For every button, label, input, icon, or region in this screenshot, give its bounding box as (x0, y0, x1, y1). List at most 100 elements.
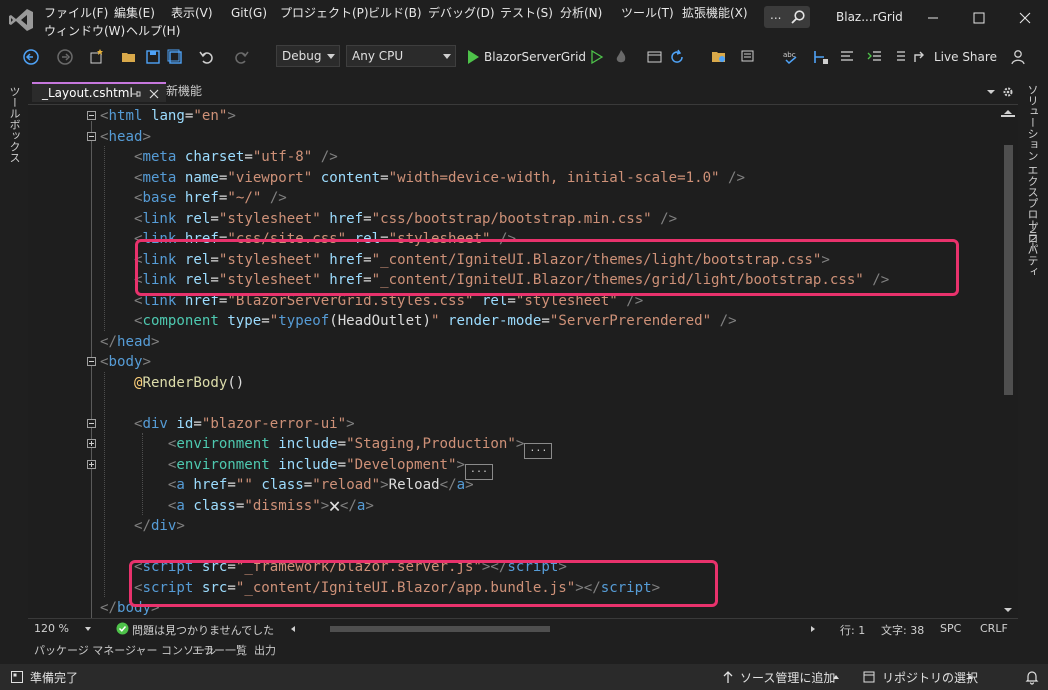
menu-item[interactable]: デバッグ(D) (428, 5, 495, 21)
line-ending-mode[interactable]: CRLF (980, 622, 1008, 635)
notifications-bell-icon[interactable] (1024, 669, 1040, 685)
align-lines-icon[interactable] (838, 48, 856, 66)
save-all-icon[interactable] (166, 48, 184, 66)
properties-tab[interactable]: プロパティ (1024, 222, 1040, 277)
hscroll-thumb[interactable] (330, 626, 550, 632)
issues-status[interactable]: 問題は見つかりませんでした (132, 622, 274, 638)
start-without-debugging-icon[interactable] (588, 48, 606, 66)
menu-item[interactable]: 拡張機能(X) (682, 5, 748, 21)
pin-icon[interactable] (130, 88, 142, 100)
menu-item[interactable]: Git(G) (231, 5, 267, 21)
tab-layout-cshtml[interactable]: _Layout.cshtml (32, 82, 166, 102)
code-line[interactable]: <meta name="viewport" content="width=dev… (100, 168, 745, 189)
code-line[interactable]: <html lang="en"> (100, 106, 236, 127)
settings-gear-icon[interactable] (1002, 86, 1014, 98)
scroll-up-icon[interactable] (1003, 109, 1013, 115)
code-line[interactable]: <meta charset="utf-8" /> (100, 147, 338, 168)
code-line[interactable]: @RenderBody() (100, 373, 244, 394)
scroll-down-icon[interactable] (1003, 607, 1013, 613)
close-icon[interactable] (1002, 4, 1048, 32)
code-line[interactable]: <div id="blazor-error-ui"> (100, 414, 355, 435)
scroll-split-handle[interactable] (1001, 115, 1015, 119)
refresh-icon[interactable] (668, 48, 686, 66)
collapse-icon[interactable] (87, 131, 96, 141)
code-token: </ (100, 600, 117, 616)
run-target-label[interactable]: BlazorServerGrid (484, 50, 586, 64)
live-share-icon[interactable] (912, 48, 930, 66)
caret-up-icon-2[interactable] (966, 674, 974, 680)
solution-explorer-icon[interactable] (710, 48, 728, 66)
indent-icon[interactable] (866, 48, 884, 66)
whitespace-mode[interactable]: SPC (940, 622, 961, 635)
horizontal-scrollbar[interactable] (290, 623, 820, 634)
code-line[interactable]: <a href="" class="reload">Reload</a> (100, 475, 474, 496)
code-line[interactable]: <component type="typeof(HeadOutlet)" ren… (100, 311, 737, 332)
zoom-level[interactable]: 120 % (34, 622, 69, 635)
code-editor[interactable]: <html lang="en"> <head> <meta charset="ut… (28, 104, 1018, 618)
navigate-back-icon[interactable] (22, 48, 40, 66)
zoom-dropdown-icon[interactable] (84, 626, 92, 632)
hot-reload-flame-icon[interactable] (612, 48, 630, 66)
menu-item[interactable]: ウィンドウ(W) (44, 23, 125, 39)
bottom-tab[interactable]: 出力 (254, 642, 276, 658)
redo-icon[interactable] (232, 48, 250, 66)
comment-lines-icon[interactable] (740, 48, 758, 66)
caret-up-icon[interactable] (832, 674, 840, 680)
menu-item[interactable]: ビルド(B) (368, 5, 422, 21)
search-box[interactable]: ... (764, 6, 810, 28)
live-share-label[interactable]: Live Share (934, 50, 997, 64)
scroll-thumb[interactable] (1004, 145, 1013, 395)
menu-item[interactable]: テスト(S) (500, 5, 553, 21)
menu-item[interactable]: 分析(N) (560, 5, 602, 21)
navigate-forward-icon[interactable] (56, 48, 74, 66)
bottom-tab[interactable]: パッケージ マネージャー コンソール (34, 642, 216, 658)
minimize-icon[interactable] (910, 4, 956, 32)
tab-whats-new[interactable]: 新機能 (166, 82, 202, 99)
select-repository[interactable]: リポジトリの選択 (882, 669, 978, 686)
close-tab-icon[interactable] (148, 88, 160, 100)
menu-item[interactable]: ツール(T) (621, 5, 674, 21)
menu-item[interactable]: 編集(E) (114, 5, 155, 21)
spell-check-icon[interactable]: abc (782, 48, 800, 66)
open-folder-icon[interactable] (120, 48, 138, 66)
collapsed-region-marker[interactable]: ... (524, 443, 553, 459)
outdent-icon[interactable] (890, 48, 908, 66)
save-icon[interactable] (144, 48, 162, 66)
code-line[interactable]: <link rel="stylesheet" href="css/bootstr… (100, 209, 677, 230)
start-debugging-icon[interactable] (464, 48, 482, 66)
code-line[interactable]: <head> (100, 127, 151, 148)
expand-icon[interactable] (87, 439, 96, 448)
code-line[interactable]: <environment include="Development">... (100, 455, 493, 480)
account-feedback-icon[interactable] (1010, 48, 1028, 66)
menu-item[interactable]: プロジェクト(P) (280, 5, 369, 21)
bottom-tab[interactable]: エラー一覧 (192, 642, 247, 658)
scroll-left-icon[interactable] (290, 625, 296, 633)
toolbox-tab[interactable]: ツールボックス (6, 86, 22, 163)
code-token: = (227, 477, 236, 493)
solution-configuration-dropdown[interactable]: Debug (276, 45, 340, 67)
collapse-icon[interactable] (87, 111, 96, 120)
collapse-icon[interactable] (87, 418, 96, 428)
menu-item[interactable]: 表示(V) (171, 5, 213, 21)
code-line[interactable]: </div> (100, 516, 185, 537)
code-line[interactable]: <environment include="Staging,Production… (100, 434, 553, 459)
solution-platform-dropdown[interactable]: Any CPU (346, 45, 456, 67)
expand-icon[interactable] (87, 459, 96, 469)
undo-icon[interactable] (198, 48, 216, 66)
new-project-icon[interactable] (88, 48, 106, 66)
vertical-scrollbar[interactable] (998, 105, 1018, 618)
maximize-icon[interactable] (956, 4, 1002, 32)
code-line[interactable]: <body> (100, 352, 151, 373)
scroll-right-icon[interactable] (810, 625, 816, 633)
add-to-source-control[interactable]: ソース管理に追加 (740, 669, 835, 686)
step-into-icon[interactable] (812, 48, 830, 66)
code-line[interactable]: </head> (100, 332, 159, 353)
menu-item[interactable]: ヘルプ(H) (126, 23, 180, 39)
tab-list-dropdown-icon[interactable] (986, 88, 996, 96)
code-line[interactable]: <base href="~/" /> (100, 188, 287, 209)
menu-item[interactable]: ファイル(F) (44, 5, 108, 21)
browser-link-icon[interactable] (646, 48, 664, 66)
collapse-icon[interactable] (87, 357, 96, 366)
